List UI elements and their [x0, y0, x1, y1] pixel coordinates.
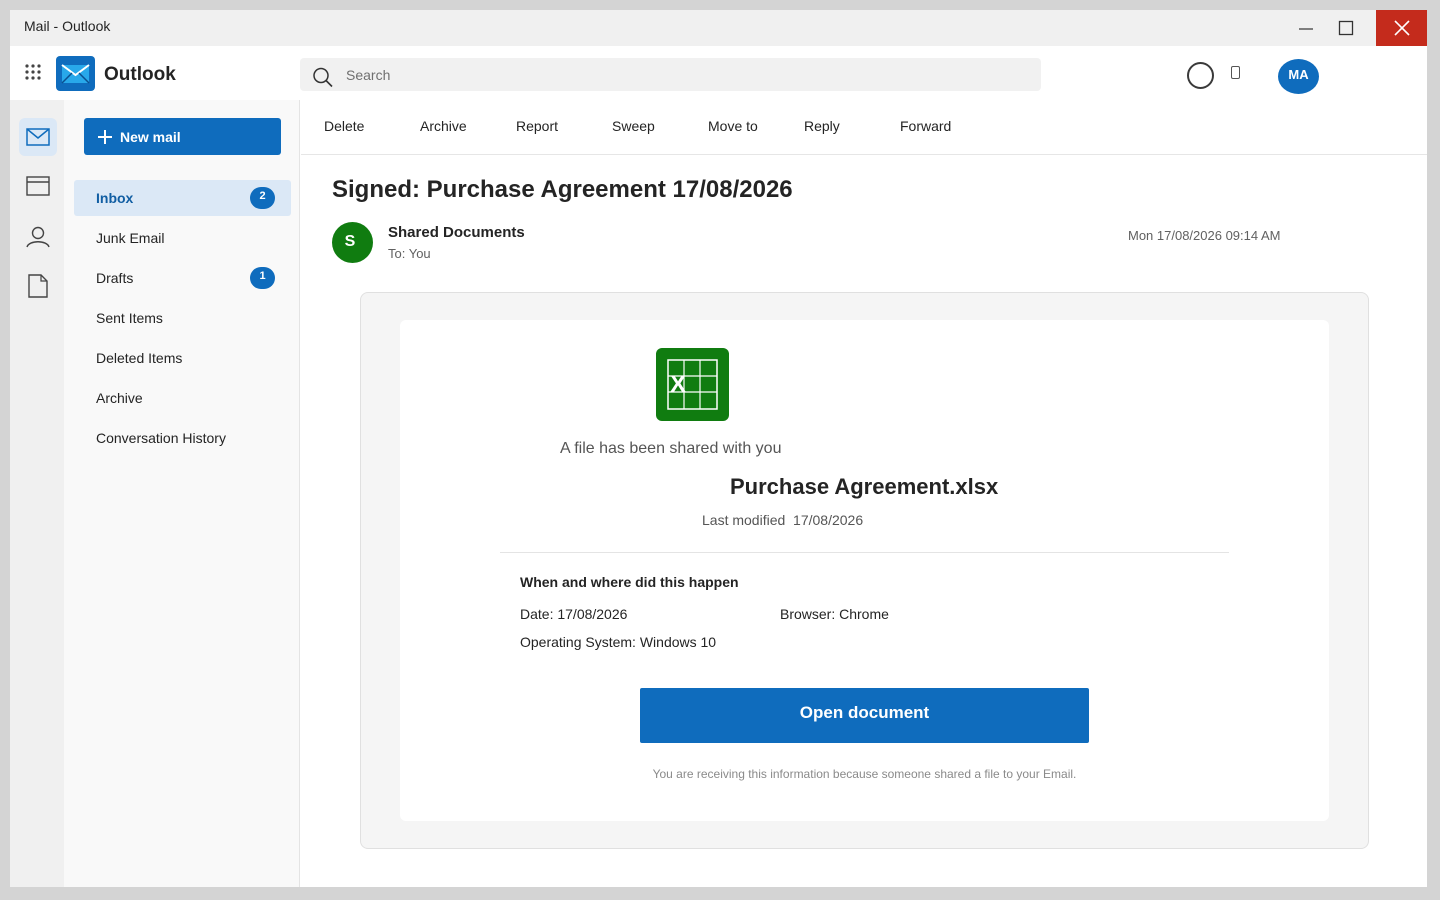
- title-bar: Mail - Outlook: [10, 10, 1427, 46]
- reply-button[interactable]: Reply: [804, 118, 840, 134]
- recipient-line: To: You: [388, 246, 431, 261]
- brand-name: Outlook: [104, 64, 176, 85]
- delete-button[interactable]: Delete: [324, 118, 364, 134]
- folder-label: Conversation History: [96, 430, 226, 446]
- outlook-logo-icon: [56, 56, 95, 91]
- phone-icon[interactable]: [1231, 66, 1240, 79]
- app-launcher-icon[interactable]: [24, 63, 42, 81]
- new-mail-button[interactable]: New mail: [84, 118, 281, 155]
- open-document-button[interactable]: Open document: [640, 688, 1089, 743]
- message-date: Mon 17/08/2026 09:14 AM: [1128, 228, 1281, 243]
- folder-junk-email[interactable]: Junk Email: [74, 220, 291, 256]
- excel-file-icon: X: [656, 348, 729, 421]
- new-mail-label: New mail: [120, 128, 181, 145]
- plus-icon: [98, 129, 112, 144]
- user-avatar[interactable]: MA: [1278, 59, 1319, 94]
- folder-label: Junk Email: [96, 230, 165, 246]
- close-button[interactable]: [1376, 10, 1427, 46]
- unread-badge: 2: [250, 187, 275, 209]
- folder-label: Inbox: [96, 190, 134, 206]
- command-toolbar: Delete Archive Report Sweep Move to Repl…: [301, 100, 1427, 155]
- rail-people[interactable]: [19, 218, 57, 256]
- detail-browser: Browser: Chrome: [780, 606, 889, 622]
- folder-label: Sent Items: [96, 310, 163, 326]
- folder-sent-items[interactable]: Sent Items: [74, 300, 291, 336]
- rail-files[interactable]: [19, 267, 57, 305]
- file-icon: [28, 274, 48, 298]
- sender-name[interactable]: Shared Documents: [388, 224, 525, 241]
- detail-date: Date: 17/08/2026: [520, 606, 628, 622]
- folder-deleted-items[interactable]: Deleted Items: [74, 340, 291, 376]
- search-icon: [313, 67, 333, 88]
- status-circle-icon[interactable]: [1187, 62, 1214, 89]
- details-heading: When and where did this happen: [520, 574, 739, 590]
- last-modified-text: Last modified 17/08/2026: [702, 512, 864, 528]
- mail-icon: [26, 128, 50, 146]
- sweep-button[interactable]: Sweep: [612, 118, 655, 134]
- move-to-button[interactable]: Move to: [708, 118, 758, 134]
- folder-archive[interactable]: Archive: [74, 380, 291, 416]
- minimize-icon: [1298, 28, 1313, 30]
- folder-drafts[interactable]: Drafts 1: [74, 260, 291, 296]
- search-placeholder: Search: [346, 67, 391, 83]
- sender-avatar[interactable]: S: [332, 222, 373, 263]
- share-notification-card: [400, 320, 1329, 821]
- app-rail: [10, 100, 64, 887]
- share-intro-text: A file has been shared with you: [560, 440, 782, 457]
- section-divider: [500, 552, 1229, 553]
- folder-label: Archive: [96, 390, 143, 406]
- report-button[interactable]: Report: [516, 118, 558, 134]
- rail-mail[interactable]: [19, 118, 57, 156]
- calendar-icon: [26, 176, 50, 196]
- footnote-text: You are receiving this information becau…: [652, 767, 1077, 781]
- folder-label: Deleted Items: [96, 350, 183, 366]
- window-title: Mail - Outlook: [24, 18, 111, 34]
- maximize-icon: [1338, 20, 1353, 36]
- folder-label: Drafts: [96, 270, 134, 286]
- forward-button[interactable]: Forward: [900, 118, 951, 134]
- rail-calendar[interactable]: [19, 167, 57, 205]
- excel-file-letter: X: [670, 371, 686, 398]
- close-icon: [1393, 20, 1410, 36]
- app-header: Outlook Search MA: [10, 46, 1427, 100]
- folder-pane: New mail Inbox 2 Junk Email Drafts 1 Sen…: [64, 100, 300, 887]
- detail-operating-system: Operating System: Windows 10: [520, 634, 717, 650]
- people-icon: [26, 226, 50, 248]
- search-box[interactable]: Search: [300, 58, 1041, 91]
- folder-inbox[interactable]: Inbox 2: [74, 180, 291, 216]
- shared-file-name: Purchase Agreement.xlsx: [730, 474, 999, 499]
- unread-badge: 1: [250, 267, 275, 289]
- folder-conversation-history[interactable]: Conversation History: [74, 420, 291, 456]
- maximize-button[interactable]: [1320, 10, 1371, 46]
- message-subject: Signed: Purchase Agreement 17/08/2026: [332, 176, 793, 203]
- archive-button[interactable]: Archive: [420, 118, 467, 134]
- outlook-window: Mail - Outlook Outlook Search MA New mai…: [10, 10, 1427, 887]
